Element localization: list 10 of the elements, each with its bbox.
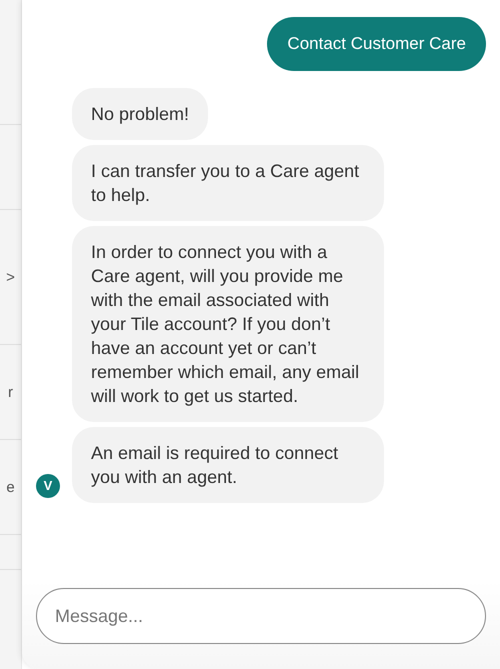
message-bubble: In order to connect you with a Care agent, will you provide me with the email associated with your Tile account? If you don’t have an account yet or can’t remember which email, any email will work to get us started.	[72, 226, 384, 422]
background-text: e	[6, 480, 15, 494]
background-text: >	[6, 270, 15, 284]
background-text: r	[8, 384, 13, 400]
avatar: V	[36, 474, 60, 498]
message-input[interactable]: Message...	[36, 588, 486, 644]
message-bubble: Contact Customer Care	[267, 17, 486, 71]
message-bubble: I can transfer you to a Care agent to help.	[72, 145, 384, 221]
message-bubble: No problem!	[72, 88, 208, 140]
message-bubble: An email is required to connect you with an agent.	[72, 427, 384, 503]
